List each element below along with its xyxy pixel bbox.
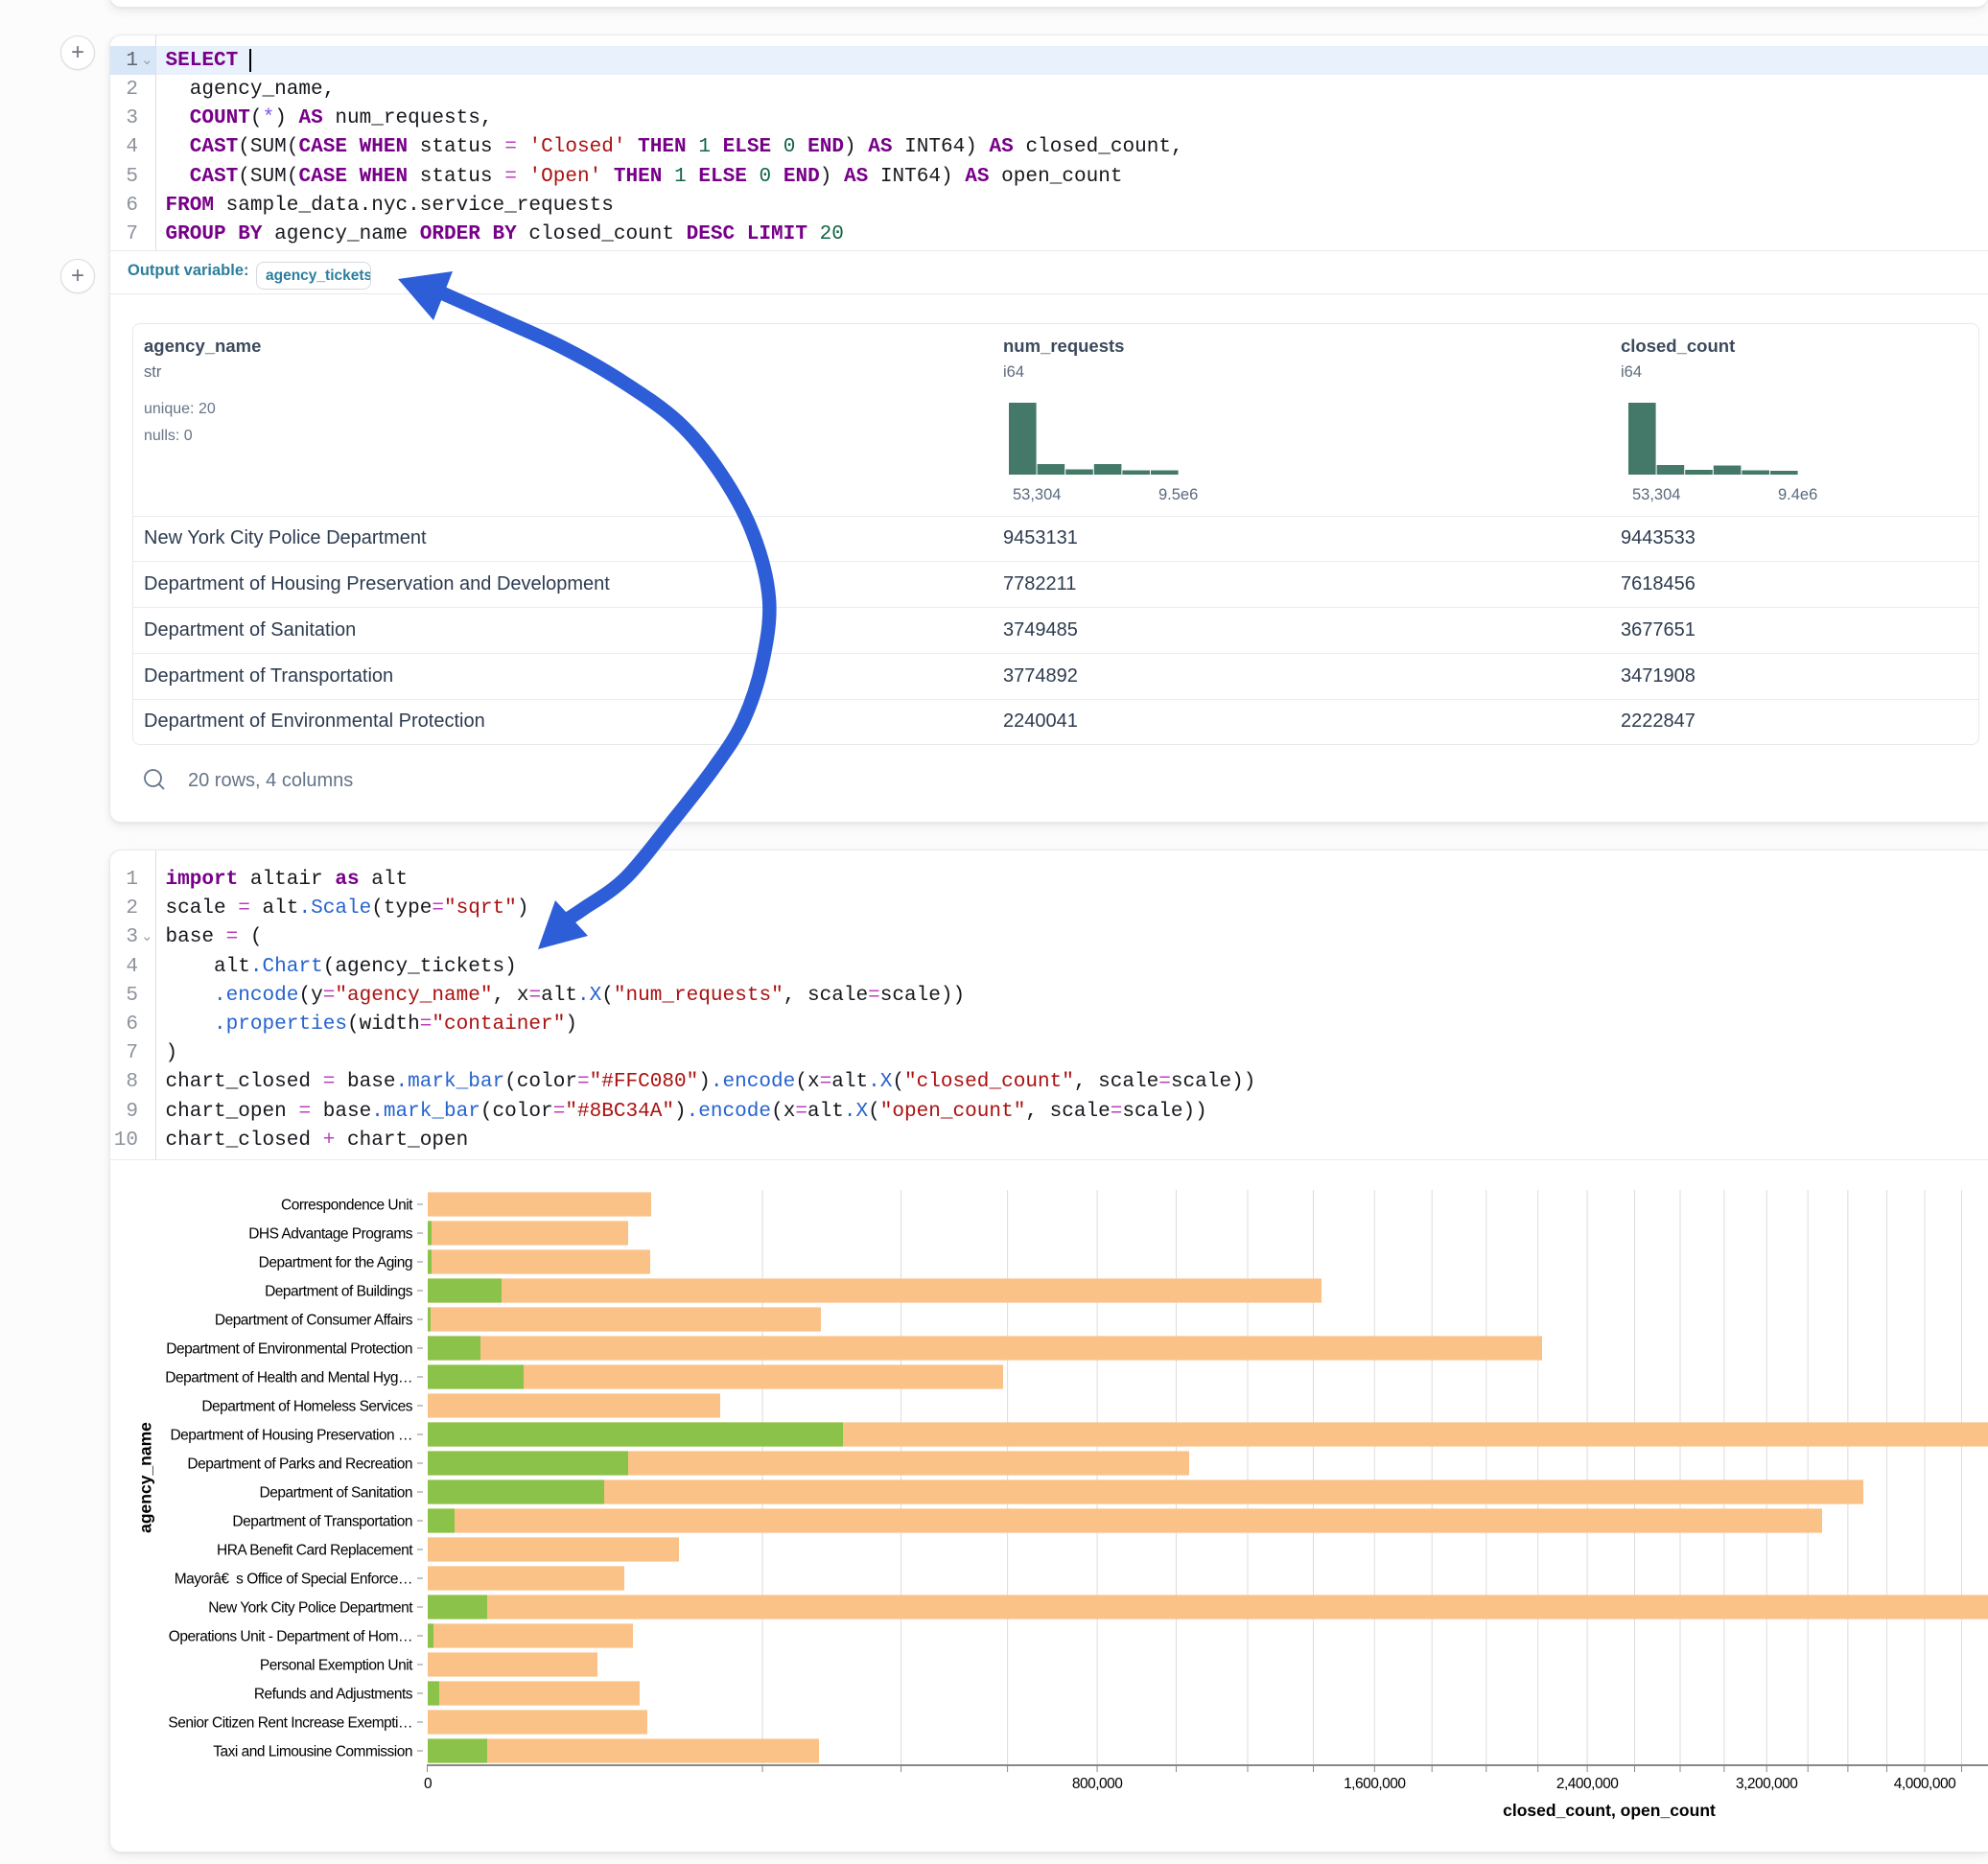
svg-text:Department of Buildings: Department of Buildings <box>265 1284 413 1300</box>
svg-text:Department of Transportation: Department of Transportation <box>232 1514 412 1530</box>
svg-text:Personal Exemption Unit: Personal Exemption Unit <box>260 1658 413 1674</box>
svg-text:1,600,000: 1,600,000 <box>1344 1776 1406 1792</box>
svg-text:Correspondence Unit: Correspondence Unit <box>281 1198 413 1214</box>
svg-text:Department of Environmental Pr: Department of Environmental Protection <box>166 1341 412 1358</box>
svg-text:closed_count, open_count: closed_count, open_count <box>1503 1801 1716 1820</box>
svg-text:Refunds and Adjustments: Refunds and Adjustments <box>254 1687 413 1703</box>
svg-text:2,400,000: 2,400,000 <box>1556 1776 1619 1792</box>
svg-text:Operations Unit - Department o: Operations Unit - Department of Hom… <box>169 1629 412 1645</box>
svg-text:Senior Citizen Rent Increase E: Senior Citizen Rent Increase Exempti… <box>168 1715 412 1732</box>
svg-text:3,200,000: 3,200,000 <box>1736 1776 1798 1792</box>
svg-text:Mayorâ€ s Office of Special E: Mayorâ€ s Office of Special Enforce… <box>175 1572 412 1588</box>
svg-text:Department of Health and Menta: Department of Health and Mental Hyg… <box>165 1370 412 1386</box>
svg-text:Department of Sanitation: Department of Sanitation <box>260 1485 412 1502</box>
svg-text:Department of Homeless Service: Department of Homeless Services <box>201 1399 412 1415</box>
svg-text:Department of Consumer Affairs: Department of Consumer Affairs <box>215 1313 413 1329</box>
svg-text:Department for the Aging: Department for the Aging <box>259 1255 412 1271</box>
svg-text:800,000: 800,000 <box>1072 1776 1123 1792</box>
svg-text:Department of Parks and Recrea: Department of Parks and Recreation <box>187 1456 412 1473</box>
svg-text:HRA Benefit Card Replacement: HRA Benefit Card Replacement <box>217 1543 413 1559</box>
svg-text:DHS Advantage Programs: DHS Advantage Programs <box>248 1226 413 1243</box>
svg-text:Department of Housing Preserva: Department of Housing Preservation … <box>170 1428 412 1444</box>
svg-text:4,000,000: 4,000,000 <box>1894 1776 1956 1792</box>
svg-text:Taxi and Limousine Commission: Taxi and Limousine Commission <box>213 1744 412 1760</box>
svg-text:0: 0 <box>424 1776 433 1792</box>
svg-text:New York City Police Departmen: New York City Police Department <box>208 1600 413 1617</box>
